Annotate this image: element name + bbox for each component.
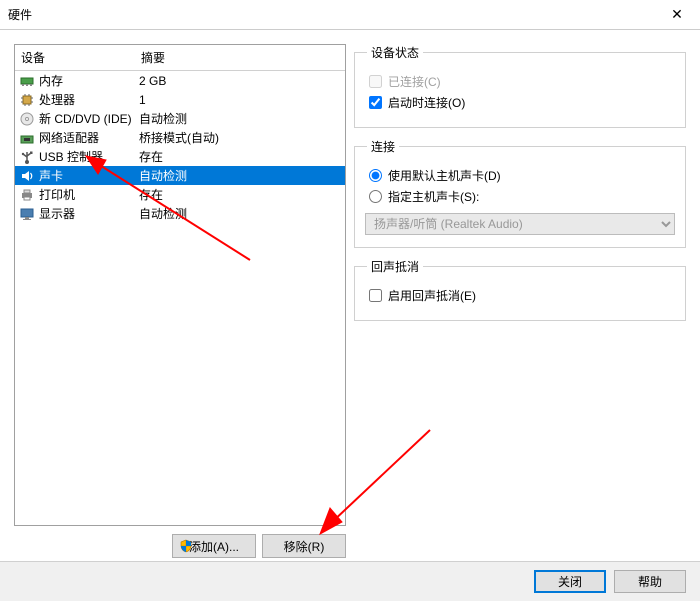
device-row-sound[interactable]: 声卡 自动检测 xyxy=(15,166,345,185)
titlebar: 硬件 ✕ xyxy=(0,0,700,30)
device-name: 处理器 xyxy=(39,91,75,108)
device-summary: 自动检测 xyxy=(139,110,341,127)
usb-icon xyxy=(19,149,35,165)
col-summary: 摘要 xyxy=(135,45,345,70)
device-row-nic[interactable]: 网络适配器 桥接模式(自动) xyxy=(15,128,345,147)
display-icon xyxy=(19,206,35,222)
close-icon[interactable]: ✕ xyxy=(654,0,700,30)
col-device: 设备 xyxy=(15,45,135,70)
device-status-group: 设备状态 已连接(C) 启动时连接(O) xyxy=(354,44,686,128)
connect-on-power-checkbox[interactable]: 启动时连接(O) xyxy=(369,94,675,111)
device-row-display[interactable]: 显示器 自动检测 xyxy=(15,204,345,223)
device-summary: 桥接模式(自动) xyxy=(139,129,341,146)
echo-legend: 回声抵消 xyxy=(367,258,423,275)
soundcard-select: 扬声器/听筒 (Realtek Audio) xyxy=(365,213,675,235)
device-buttons: 添加(A)... 移除(R) xyxy=(14,526,346,558)
connect-on-power-input[interactable] xyxy=(369,96,382,109)
device-name: USB 控制器 xyxy=(39,148,103,165)
device-name: 内存 xyxy=(39,72,63,89)
right-column: 设备状态 已连接(C) 启动时连接(O) 连接 使用默认主机声卡(D) 指定主机… xyxy=(354,44,686,558)
remove-button[interactable]: 移除(R) xyxy=(262,534,346,558)
device-summary: 2 GB xyxy=(139,74,341,88)
close-button[interactable]: 关闭 xyxy=(534,570,606,593)
device-name: 显示器 xyxy=(39,205,75,222)
memory-icon xyxy=(19,73,35,89)
device-summary: 1 xyxy=(139,93,341,107)
device-name: 打印机 xyxy=(39,186,75,203)
use-default-radio[interactable]: 使用默认主机声卡(D) xyxy=(369,167,675,184)
connection-group: 连接 使用默认主机声卡(D) 指定主机声卡(S): 扬声器/听筒 (Realte… xyxy=(354,138,686,248)
use-default-input[interactable] xyxy=(369,169,382,182)
device-summary: 自动检测 xyxy=(139,167,341,184)
device-list-header: 设备 摘要 xyxy=(15,45,345,71)
left-column: 设备 摘要 内存2 GB处理器1新 CD/DVD (IDE)自动检测网络适配器桥… xyxy=(14,44,346,558)
add-button-label: 添加(A)... xyxy=(189,540,239,554)
enable-echo-input[interactable] xyxy=(369,289,382,302)
connected-input xyxy=(369,75,382,88)
device-rows: 内存2 GB处理器1新 CD/DVD (IDE)自动检测网络适配器桥接模式(自动… xyxy=(15,71,345,223)
enable-echo-checkbox[interactable]: 启用回声抵消(E) xyxy=(369,287,675,304)
device-list: 设备 摘要 内存2 GB处理器1新 CD/DVD (IDE)自动检测网络适配器桥… xyxy=(14,44,346,526)
dialog-footer: 关闭 帮助 xyxy=(0,561,700,601)
device-name: 新 CD/DVD (IDE) xyxy=(39,110,132,127)
sound-icon xyxy=(19,168,35,184)
device-name: 网络适配器 xyxy=(39,129,99,146)
nic-icon xyxy=(19,130,35,146)
device-row-cd[interactable]: 新 CD/DVD (IDE) 自动检测 xyxy=(15,109,345,128)
connected-checkbox: 已连接(C) xyxy=(369,73,675,90)
device-row-printer[interactable]: 打印机 存在 xyxy=(15,185,345,204)
help-button[interactable]: 帮助 xyxy=(614,570,686,593)
echo-group: 回声抵消 启用回声抵消(E) xyxy=(354,258,686,321)
device-row-memory[interactable]: 内存 2 GB xyxy=(15,71,345,90)
device-status-legend: 设备状态 xyxy=(367,44,423,61)
cd-icon xyxy=(19,111,35,127)
printer-icon xyxy=(19,187,35,203)
device-row-cpu[interactable]: 处理器 1 xyxy=(15,90,345,109)
window-title: 硬件 xyxy=(8,6,32,23)
specify-radio[interactable]: 指定主机声卡(S): xyxy=(369,188,675,205)
device-summary: 存在 xyxy=(139,186,341,203)
connection-legend: 连接 xyxy=(367,138,399,155)
shield-icon xyxy=(179,539,193,556)
device-name: 声卡 xyxy=(39,167,63,184)
device-row-usb[interactable]: USB 控制器 存在 xyxy=(15,147,345,166)
content-area: 设备 摘要 内存2 GB处理器1新 CD/DVD (IDE)自动检测网络适配器桥… xyxy=(0,30,700,558)
device-summary: 自动检测 xyxy=(139,205,341,222)
specify-input[interactable] xyxy=(369,190,382,203)
add-button[interactable]: 添加(A)... xyxy=(172,534,256,558)
cpu-icon xyxy=(19,92,35,108)
device-summary: 存在 xyxy=(139,148,341,165)
